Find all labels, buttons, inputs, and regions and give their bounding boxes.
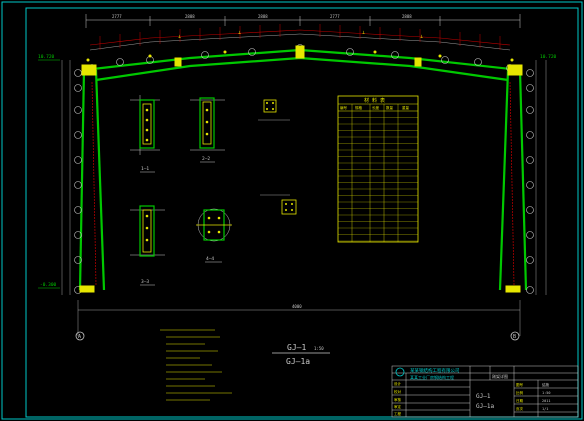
- title-drawing-no-1: GJ—1: [476, 393, 491, 400]
- dim-label-3: 2888: [258, 14, 268, 19]
- section-label-1: 1—1: [141, 166, 149, 172]
- drawing-title-block-center[interactable]: GJ—1 1:50 GJ—1a: [272, 343, 330, 366]
- title-right-label-4: 页次: [516, 406, 524, 411]
- general-notes[interactable]: [160, 329, 232, 401]
- joint-left-knee[interactable]: [81, 64, 97, 76]
- section-label-4: 4—4: [206, 256, 214, 262]
- table-title: 材 料 表: [364, 97, 385, 104]
- joint-right-knee[interactable]: [507, 64, 523, 76]
- title-right-label-3: 日期: [516, 398, 524, 403]
- plate-detail-b[interactable]: [260, 194, 297, 215]
- title-label-project: 工程: [394, 411, 402, 416]
- title-right-label-1: 图号: [516, 382, 524, 387]
- dim-label-5: 2888: [402, 14, 412, 19]
- title-label-check: 校对: [394, 389, 402, 394]
- title-label-approve: 审定: [394, 404, 402, 409]
- section-label-3: 3—3: [141, 279, 149, 285]
- title-drawing-name: 刚架详图: [492, 373, 508, 379]
- joint-right-base[interactable]: [505, 285, 521, 293]
- plate-detail-a[interactable]: [258, 99, 290, 121]
- material-table[interactable]: 材 料 表 编号 规格 长度 数量 重量: [337, 95, 419, 243]
- section-1-1-detail[interactable]: 1—1: [130, 95, 160, 173]
- overall-dimension: 4000: [292, 304, 302, 309]
- sheet-inner-border: [25, 7, 579, 418]
- title-label-design: 设计: [394, 381, 402, 386]
- grid-label-left: A: [78, 334, 81, 340]
- drawing-title-sub: GJ—1a: [286, 357, 310, 366]
- top-dimension-line: [85, 14, 521, 28]
- dim-label-4: 2777: [330, 14, 340, 19]
- table-header-2: 规格: [355, 105, 363, 110]
- joint-ridge[interactable]: [295, 45, 305, 59]
- title-drawing-no-2: GJ—1a: [476, 403, 494, 410]
- title-right-value-4: 1/1: [542, 407, 548, 411]
- elevation-left-bottom: -0.300: [40, 282, 57, 288]
- cad-drawing-canvas[interactable]: 2777 2888 2888 2777 2888 ⊥ ⊥ ⊥ ⊥ A B 10.…: [0, 0, 584, 421]
- purlin-mark: ⊥: [420, 34, 423, 40]
- grid-label-right: B: [513, 334, 516, 340]
- drawing-title-main: GJ—1: [287, 343, 306, 352]
- title-right-value-1: 结施: [542, 382, 550, 387]
- elevation-right-top: 10.720: [540, 54, 557, 60]
- purlin-mark: ⊥: [362, 30, 365, 36]
- section-3-3-detail[interactable]: 3—3: [130, 205, 165, 286]
- dim-label-2: 2888: [185, 14, 195, 19]
- elevation-left-top: 10.720: [38, 54, 55, 60]
- company-logo-icon: [395, 367, 405, 377]
- purlin-mark: ⊥: [178, 34, 181, 40]
- dim-label-1: 2777: [112, 14, 122, 19]
- title-company: 某某钢结构工程有限公司: [410, 367, 460, 374]
- table-header-5: 重量: [402, 105, 410, 110]
- table-header-1: 编号: [340, 105, 348, 110]
- table-header-4: 数量: [386, 105, 394, 110]
- joint-left-base[interactable]: [79, 285, 95, 293]
- title-label-review: 审核: [394, 397, 402, 402]
- section-4-4-detail[interactable]: 4—4: [196, 208, 232, 263]
- table-header-3: 长度: [372, 105, 380, 110]
- section-label-2: 2—2: [202, 156, 210, 162]
- title-project: 某某工业厂房钢结构工程: [410, 374, 454, 380]
- section-2-2-detail[interactable]: 2—2: [190, 97, 225, 163]
- purlin-mark: ⊥: [238, 30, 241, 36]
- title-right-label-2: 比例: [516, 390, 524, 395]
- title-right-value-3: 2011: [542, 399, 550, 403]
- drawing-title-scale: 1:50: [314, 346, 324, 351]
- title-right-value-2: 1:50: [542, 391, 550, 395]
